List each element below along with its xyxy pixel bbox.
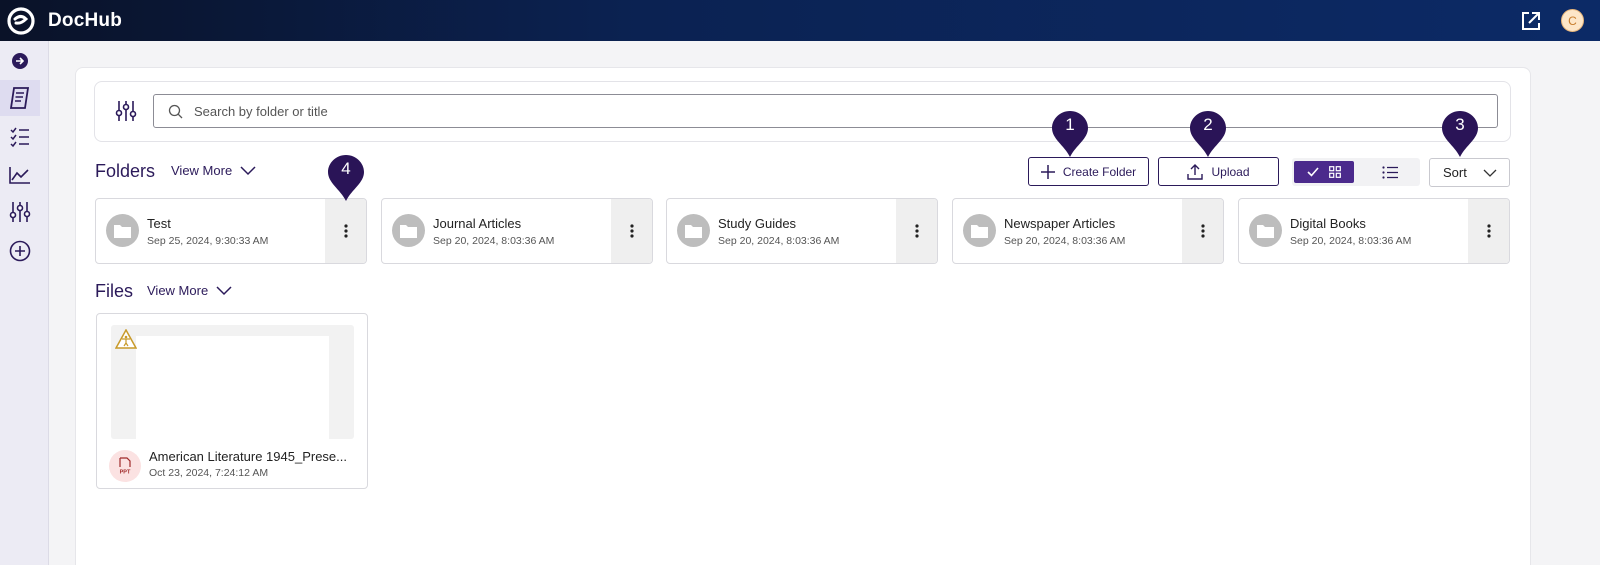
create-folder-label: Create Folder — [1062, 164, 1137, 179]
marker-number: 3 — [1455, 115, 1465, 134]
folder-card[interactable]: Journal Articles Sep 20, 2024, 8:03:36 A… — [381, 198, 653, 264]
search-field[interactable] — [153, 94, 1498, 128]
folder-name: Digital Books — [1290, 216, 1366, 231]
plus-icon — [1040, 164, 1055, 179]
file-thumbnail-page — [136, 336, 329, 439]
create-folder-button[interactable]: Create Folder — [1028, 157, 1149, 186]
annotation-marker-2: 2 — [1190, 111, 1226, 157]
user-avatar[interactable]: C — [1561, 9, 1584, 32]
sidebar-item-add[interactable] — [0, 233, 40, 269]
view-toggle — [1292, 158, 1420, 186]
chevron-down-icon — [1483, 169, 1497, 177]
marker-number: 2 — [1203, 115, 1213, 134]
folder-icon — [114, 224, 131, 238]
folder-avatar — [677, 214, 710, 247]
folders-view-more-label: View More — [171, 163, 233, 178]
dochub-logo-icon[interactable] — [6, 6, 36, 36]
marker-number: 1 — [1065, 115, 1075, 134]
folder-name: Study Guides — [718, 216, 797, 231]
marker-number: 4 — [341, 159, 351, 178]
more-vertical-icon — [343, 224, 348, 238]
more-vertical-icon — [914, 224, 919, 238]
sort-dropdown[interactable]: Sort — [1429, 158, 1510, 187]
folder-name: Test — [147, 216, 171, 231]
sidebar-item-checklist[interactable] — [0, 119, 40, 155]
folder-date: Sep 20, 2024, 8:03:36 AM — [1290, 235, 1412, 247]
settings-sliders-icon — [9, 202, 31, 222]
sort-label: Sort — [1443, 165, 1467, 180]
add-icon — [9, 240, 31, 262]
ppt-type-label: PPT — [120, 470, 131, 476]
more-vertical-icon — [1200, 224, 1205, 238]
folder-card[interactable]: Newspaper Articles Sep 20, 2024, 8:03:36… — [952, 198, 1224, 264]
upload-icon — [1187, 163, 1204, 180]
search-icon — [168, 104, 183, 119]
folders-view-more[interactable]: View More — [171, 163, 256, 178]
more-vertical-icon — [629, 224, 634, 238]
chevron-down-icon — [240, 165, 256, 175]
chevron-down-icon — [216, 285, 232, 295]
folder-avatar — [106, 214, 139, 247]
more-vertical-icon — [1486, 224, 1491, 238]
file-card[interactable]: PPT American Literature 1945_Prese... Oc… — [96, 313, 368, 489]
folder-menu-button[interactable] — [325, 199, 366, 263]
list-view-toggle[interactable] — [1370, 161, 1410, 183]
upload-button[interactable]: Upload — [1158, 157, 1279, 186]
folder-name: Newspaper Articles — [1004, 216, 1116, 231]
folder-menu-button[interactable] — [611, 199, 652, 263]
folder-menu-button[interactable] — [1182, 199, 1223, 263]
folder-card[interactable]: Test Sep 25, 2024, 9:30:33 AM — [95, 198, 367, 264]
search-input[interactable] — [194, 95, 1484, 127]
folder-avatar — [963, 214, 996, 247]
folder-avatar — [1249, 214, 1282, 247]
folder-name: Journal Articles — [433, 216, 522, 231]
expand-icon — [12, 53, 28, 69]
annotation-marker-4: 4 — [328, 155, 364, 201]
checklist-icon — [10, 127, 29, 148]
folder-icon — [971, 224, 988, 238]
file-thumbnail — [111, 325, 354, 439]
folder-icon — [400, 224, 417, 238]
folder-icon — [1257, 224, 1274, 238]
sidebar-expand-button[interactable] — [0, 43, 40, 79]
upload-label: Upload — [1211, 164, 1250, 179]
folder-date: Sep 20, 2024, 8:03:36 AM — [718, 235, 840, 247]
files-title: Files — [95, 281, 134, 301]
filter-icon[interactable] — [114, 99, 138, 123]
folder-menu-button[interactable] — [1468, 199, 1509, 263]
sidebar-item-documents[interactable] — [0, 80, 40, 116]
open-external-icon[interactable] — [1520, 10, 1542, 32]
file-date: Oct 23, 2024, 7:24:12 AM — [149, 467, 269, 479]
files-view-more[interactable]: View More — [147, 283, 232, 298]
list-icon — [1382, 165, 1398, 179]
folder-date: Sep 20, 2024, 8:03:36 AM — [433, 235, 555, 247]
ppt-icon: PPT — [119, 457, 131, 476]
brand-name: DocHub — [48, 10, 123, 31]
accessibility-warning-icon[interactable] — [115, 329, 137, 349]
documents-icon — [9, 87, 30, 109]
files-view-more-label: View More — [147, 283, 209, 298]
grid-icon — [1329, 166, 1341, 178]
folder-card[interactable]: Study Guides Sep 20, 2024, 8:03:36 AM — [666, 198, 938, 264]
folder-card[interactable]: Digital Books Sep 20, 2024, 8:03:36 AM — [1238, 198, 1510, 264]
folder-date: Sep 20, 2024, 8:03:36 AM — [1004, 235, 1126, 247]
check-icon — [1307, 167, 1319, 177]
sidebar-item-analytics[interactable] — [0, 157, 40, 193]
top-bar: DocHub C — [0, 0, 1600, 41]
analytics-icon — [9, 167, 30, 184]
folder-menu-button[interactable] — [896, 199, 937, 263]
grid-view-toggle[interactable] — [1294, 161, 1354, 183]
ppt-file-icon: PPT — [109, 450, 141, 482]
sidebar — [0, 41, 49, 565]
annotation-marker-1: 1 — [1052, 111, 1088, 157]
folder-icon — [685, 224, 702, 238]
folders-title: Folders — [95, 161, 156, 181]
annotation-marker-3: 3 — [1442, 111, 1478, 157]
folder-date: Sep 25, 2024, 9:30:33 AM — [147, 235, 269, 247]
folder-avatar — [392, 214, 425, 247]
sidebar-item-settings[interactable] — [0, 194, 40, 230]
file-name: American Literature 1945_Prese... — [149, 449, 347, 464]
